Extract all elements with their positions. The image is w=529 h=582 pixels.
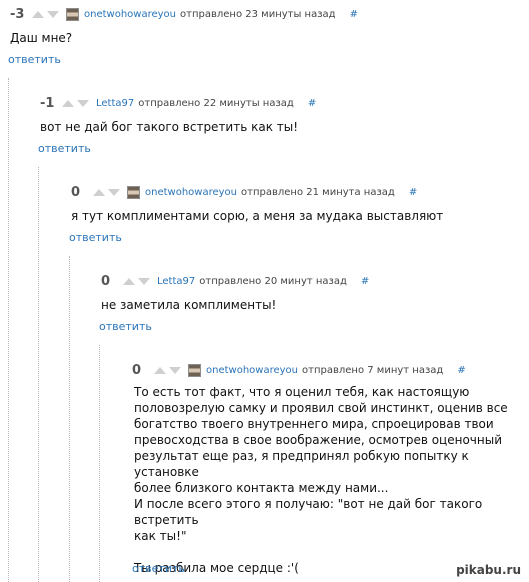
permalink[interactable]: #: [409, 187, 417, 198]
comment-text: То есть тот факт, что я оценил тебя, как…: [134, 384, 529, 576]
comment-text: я тут комплиментами сорю, а меня за муда…: [71, 209, 444, 223]
permalink[interactable]: #: [457, 365, 465, 376]
username-link[interactable]: Letta97: [157, 276, 195, 287]
thread-line: [99, 345, 100, 582]
permalink[interactable]: #: [308, 98, 316, 109]
comment-header: 0 Letta97 отправлено 20 минут назад #: [101, 274, 369, 289]
comment-header: 0 onetwohowareyou отправлено 21 минута н…: [71, 185, 417, 200]
comment-score: -1: [40, 96, 55, 111]
comment-header: 0 onetwohowareyou отправлено 7 минут наз…: [132, 363, 466, 378]
downvote-arrow-icon[interactable]: [77, 100, 89, 107]
comment-text-line: половозрелую самку и проявил свой инстин…: [134, 401, 508, 415]
site-watermark: pikabu.ru: [456, 563, 521, 577]
comment-timestamp: отправлено 23 минуты назад: [180, 9, 336, 20]
comment-score: 0: [101, 274, 111, 289]
comment-text-line: богатство твоего внутреннего мира, спрое…: [134, 417, 494, 431]
avatar[interactable]: [127, 186, 140, 199]
upvote-arrow-icon[interactable]: [62, 100, 74, 107]
upvote-arrow-icon[interactable]: [123, 278, 135, 285]
upvote-arrow-icon[interactable]: [154, 367, 166, 374]
comment-text-line: И после всего этого я получаю: "вот не д…: [134, 497, 483, 527]
username-link[interactable]: onetwohowareyou: [206, 365, 298, 376]
comment-text: вот не дай бог такого встретить как ты!: [40, 120, 299, 134]
comment-timestamp: отправлено 20 минут назад: [199, 276, 347, 287]
reply-link[interactable]: ответить: [132, 562, 185, 575]
avatar[interactable]: [66, 8, 79, 21]
comment-text-line: как ты!": [134, 529, 187, 543]
comment-text: не заметила комплименты!: [101, 298, 277, 312]
thread-line: [69, 256, 70, 582]
comment-score: 0: [132, 363, 142, 378]
username-link[interactable]: onetwohowareyou: [145, 187, 237, 198]
permalink[interactable]: #: [350, 9, 358, 20]
permalink[interactable]: #: [361, 276, 369, 287]
reply-link[interactable]: ответить: [99, 320, 152, 333]
comment-text-line: более близкого контакта между нами...: [134, 481, 389, 495]
comment-header: -3 onetwohowareyou отправлено 23 минуты …: [10, 7, 358, 22]
comment-timestamp: отправлено 21 минута назад: [241, 187, 395, 198]
thread-line: [8, 78, 9, 582]
upvote-arrow-icon[interactable]: [93, 189, 105, 196]
comment-text-line: результат еще раз, я предпринял робкую п…: [134, 449, 469, 479]
downvote-arrow-icon[interactable]: [138, 278, 150, 285]
avatar[interactable]: [188, 364, 201, 377]
comment-timestamp: отправлено 22 минуты назад: [138, 98, 294, 109]
username-link[interactable]: Letta97: [96, 98, 134, 109]
comment-score: -3: [10, 7, 25, 22]
username-link[interactable]: onetwohowareyou: [84, 9, 176, 20]
comment-timestamp: отправлено 7 минут назад: [302, 365, 444, 376]
thread-line: [38, 167, 39, 582]
upvote-arrow-icon[interactable]: [32, 11, 44, 18]
reply-link[interactable]: ответить: [69, 231, 122, 244]
comment-text-line: [134, 544, 529, 560]
downvote-arrow-icon[interactable]: [108, 189, 120, 196]
reply-link[interactable]: ответить: [38, 142, 91, 155]
downvote-arrow-icon[interactable]: [169, 367, 181, 374]
comment-score: 0: [71, 185, 81, 200]
reply-link[interactable]: ответить: [8, 53, 61, 66]
comment-text-line: То есть тот факт, что я оценил тебя, как…: [134, 385, 470, 399]
comment-header: -1 Letta97 отправлено 22 минуты назад #: [40, 96, 316, 111]
comment-text: Даш мне?: [10, 31, 73, 45]
comment-text-line: превосходства в свое воображение, осмотр…: [134, 433, 502, 447]
downvote-arrow-icon[interactable]: [47, 11, 59, 18]
